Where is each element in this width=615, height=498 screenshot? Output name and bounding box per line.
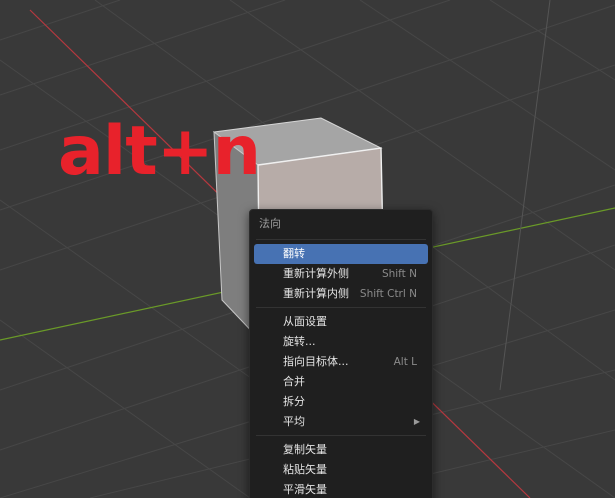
menu-item-shortcut: Shift Ctrl N: [359, 288, 417, 300]
menu-item-label: 旋转...: [283, 335, 316, 348]
menu-item-label: 指向目标体...: [283, 355, 349, 368]
submenu-arrow-icon: ▶: [413, 417, 420, 426]
menu-item-smooth-vector[interactable]: 平滑矢量: [254, 480, 428, 498]
menu-item-label: 平滑矢量: [283, 483, 327, 496]
menu-separator: [256, 239, 426, 240]
menu-item-label: 从面设置: [283, 315, 327, 328]
menu-item-recalculate-outside[interactable]: 重新计算外侧 Shift N: [254, 264, 428, 284]
menu-separator: [256, 307, 426, 308]
shortcut-overlay-text: alt+n: [58, 112, 261, 191]
menu-item-copy-vector[interactable]: 复制矢量: [254, 440, 428, 460]
normals-context-menu: 法向 翻转 重新计算外侧 Shift N 重新计算内侧 Shift Ctrl N…: [249, 209, 433, 498]
menu-item-flip[interactable]: 翻转: [254, 244, 428, 264]
menu-item-label: 合并: [283, 375, 305, 388]
menu-item-set-from-faces[interactable]: 从面设置: [254, 312, 428, 332]
menu-item-average[interactable]: 平均 ▶: [254, 412, 428, 432]
menu-item-label: 翻转: [283, 247, 305, 260]
menu-item-shortcut: Alt L: [393, 356, 417, 368]
menu-item-recalculate-inside[interactable]: 重新计算内侧 Shift Ctrl N: [254, 284, 428, 304]
menu-item-label: 重新计算内侧: [283, 287, 349, 300]
menu-item-split[interactable]: 拆分: [254, 392, 428, 412]
menu-item-label: 平均: [283, 415, 305, 428]
menu-item-label: 粘贴矢量: [283, 463, 327, 476]
menu-item-merge[interactable]: 合并: [254, 372, 428, 392]
menu-item-paste-vector[interactable]: 粘贴矢量: [254, 460, 428, 480]
menu-item-point-to-target[interactable]: 指向目标体... Alt L: [254, 352, 428, 372]
3d-viewport[interactable]: alt+n 法向 翻转 重新计算外侧 Shift N 重新计算内侧 Shift …: [0, 0, 615, 498]
menu-separator: [256, 435, 426, 436]
menu-title: 法向: [259, 217, 281, 230]
menu-item-label: 拆分: [283, 395, 305, 408]
menu-item-label: 复制矢量: [283, 443, 327, 456]
menu-item-shortcut: Shift N: [381, 268, 417, 280]
menu-item-rotate[interactable]: 旋转...: [254, 332, 428, 352]
menu-item-label: 重新计算外侧: [283, 267, 349, 280]
